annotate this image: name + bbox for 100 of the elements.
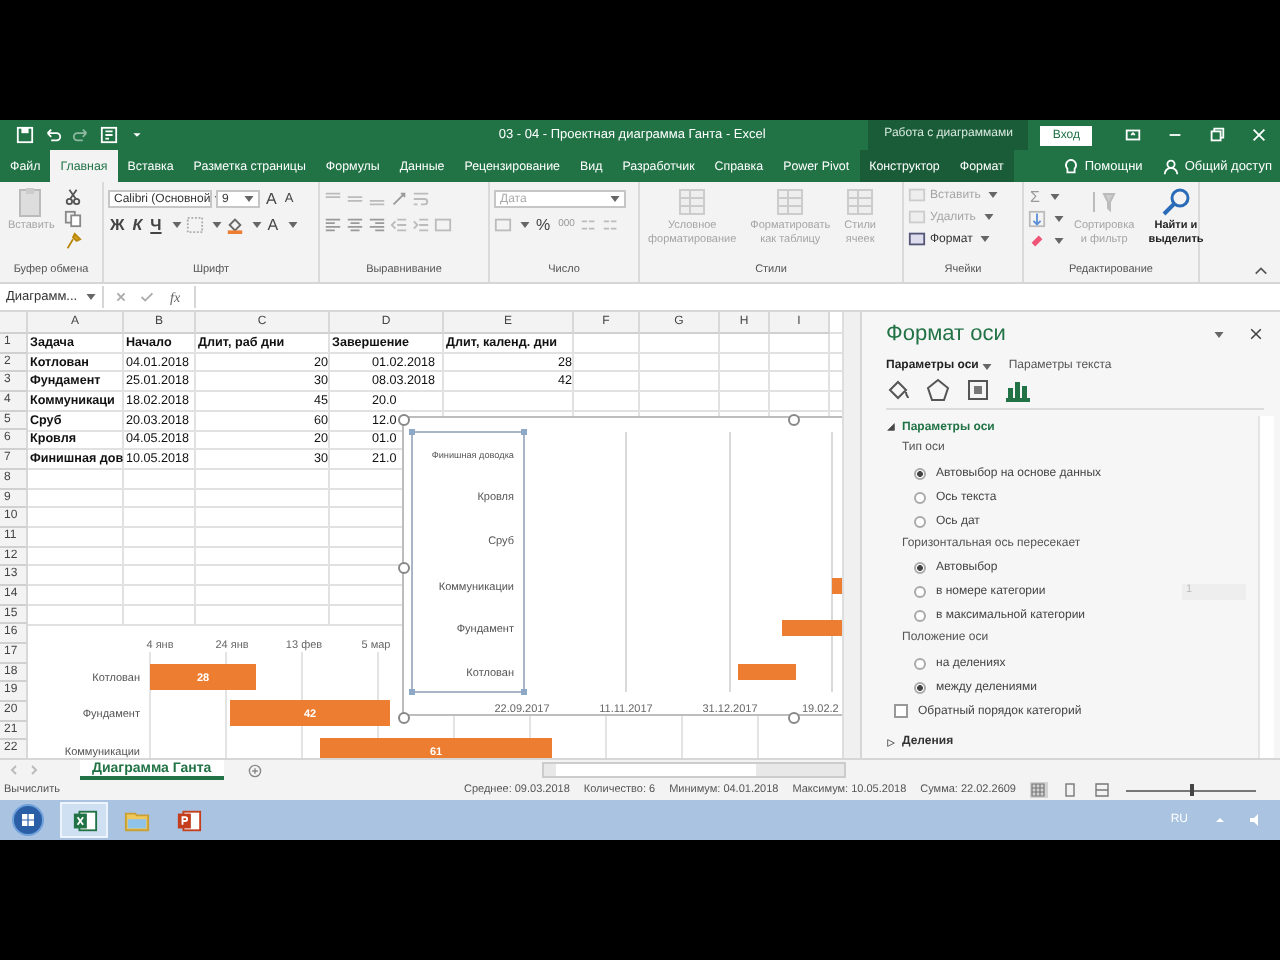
fill-color-icon[interactable] <box>225 216 244 234</box>
align-right-icon[interactable] <box>368 216 386 234</box>
radio-button[interactable] <box>914 515 926 527</box>
pane-scrollbar[interactable] <box>1258 416 1274 758</box>
horizontal-scrollbar[interactable] <box>541 762 846 778</box>
enter-icon[interactable] <box>138 288 156 306</box>
caret-icon <box>520 222 530 228</box>
caret-icon <box>171 222 182 228</box>
align-left-icon[interactable] <box>324 216 342 234</box>
text-orientation-icon[interactable] <box>390 190 408 208</box>
increase-decimal-icon[interactable] <box>580 216 599 234</box>
grow-font-button[interactable]: A <box>264 190 279 208</box>
expander-icon <box>886 422 896 432</box>
caret-icon <box>988 192 999 198</box>
scissors-icon[interactable] <box>64 188 83 206</box>
select-all-corner[interactable] <box>0 312 28 334</box>
caret-icon <box>1054 216 1064 222</box>
caret-icon <box>1054 238 1064 244</box>
page-icon <box>1062 782 1078 798</box>
bar-chart-tab[interactable] <box>1006 378 1030 402</box>
zoom-slider[interactable] <box>1126 782 1256 798</box>
radio-button[interactable] <box>914 467 926 479</box>
save-icon[interactable] <box>16 126 34 144</box>
pane-title: Формат оси <box>886 322 1008 346</box>
radio-button[interactable] <box>914 681 926 693</box>
page-break-icon <box>1094 782 1110 798</box>
normal-view-button[interactable] <box>1030 782 1048 798</box>
spreadsheet-icon <box>71 807 97 833</box>
borders-icon[interactable] <box>185 216 204 234</box>
volume-icon[interactable] <box>1248 812 1264 828</box>
resize-handle[interactable] <box>788 712 800 724</box>
search-icon <box>1159 186 1192 218</box>
ribbon-display-icon[interactable] <box>1124 126 1142 144</box>
wrap-text-icon[interactable] <box>412 190 430 208</box>
axis-selection-frame[interactable] <box>409 429 527 695</box>
vertical-scrollbar[interactable] <box>842 312 860 758</box>
caret-icon <box>980 236 991 242</box>
person-icon <box>1162 157 1181 175</box>
cancel-icon[interactable] <box>112 288 130 306</box>
next-sheet-icon[interactable] <box>28 764 40 776</box>
page-layout-view-button[interactable] <box>1062 782 1080 798</box>
paint-bucket-icon <box>886 378 910 402</box>
decrease-decimal-icon[interactable] <box>602 216 621 234</box>
gantt-bar <box>738 664 796 680</box>
close-icon[interactable] <box>1248 326 1264 342</box>
expander-icon <box>886 737 896 747</box>
copy-icon[interactable] <box>64 210 83 228</box>
caret-icon <box>983 214 994 220</box>
size-properties-tab[interactable] <box>966 378 990 402</box>
restore-icon[interactable] <box>1208 126 1226 144</box>
pentagon-icon <box>926 378 950 402</box>
underline-button[interactable]: Ч <box>148 216 164 234</box>
tray-arrow-icon[interactable] <box>1212 812 1228 828</box>
radio-button[interactable] <box>914 586 926 598</box>
start-button-icon[interactable] <box>12 804 44 836</box>
caret-icon <box>211 222 222 228</box>
currency-icon[interactable] <box>494 216 512 234</box>
format-painter-icon[interactable] <box>64 232 83 250</box>
caret-icon <box>1049 194 1060 200</box>
resize-handle[interactable] <box>788 414 800 426</box>
redo-icon[interactable] <box>72 126 90 144</box>
size-properties-icon <box>966 378 990 402</box>
lightbulb-icon <box>1062 157 1081 175</box>
radio-button[interactable] <box>914 657 926 669</box>
italic-button[interactable]: К <box>130 216 145 234</box>
align-middle-icon[interactable] <box>346 190 364 208</box>
bold-button[interactable]: Ж <box>108 216 127 234</box>
decrease-indent-icon[interactable] <box>390 216 408 234</box>
increase-indent-icon[interactable] <box>412 216 430 234</box>
merge-cells-icon[interactable] <box>434 216 452 234</box>
undo-icon[interactable] <box>44 126 62 144</box>
percent-button[interactable]: % <box>534 216 553 234</box>
pentagon-tab[interactable] <box>926 378 950 402</box>
bar-chart-icon <box>1006 378 1030 402</box>
radio-button[interactable] <box>914 562 926 574</box>
grid-icon <box>1030 782 1046 798</box>
caret-icon <box>251 222 262 228</box>
caret-icon <box>244 196 254 202</box>
presentation-icon <box>175 807 201 833</box>
caret-icon <box>1214 331 1224 337</box>
folder-icon <box>123 807 149 833</box>
form-icon[interactable] <box>100 126 118 144</box>
eraser-icon[interactable] <box>1028 232 1046 250</box>
caret-icon <box>288 222 299 228</box>
align-center-icon[interactable] <box>346 216 364 234</box>
spreadsheet-app-button[interactable] <box>60 802 108 838</box>
caret-icon <box>982 363 993 369</box>
previous-sheet-icon[interactable] <box>8 764 20 776</box>
gantt-bar <box>150 664 256 690</box>
radio-button[interactable] <box>914 491 926 503</box>
collapse-ribbon-icon[interactable] <box>1254 266 1268 276</box>
page-break-view-button[interactable] <box>1094 782 1112 798</box>
checkbox[interactable] <box>894 704 908 718</box>
add-sheet-icon[interactable] <box>247 763 262 777</box>
caret-icon <box>610 196 620 202</box>
paint-bucket-tab[interactable] <box>886 378 910 402</box>
fill-down-icon[interactable] <box>1028 210 1046 228</box>
radio-button[interactable] <box>914 610 926 622</box>
font-color-button[interactable]: A <box>265 216 281 234</box>
caret-icon <box>86 294 96 300</box>
